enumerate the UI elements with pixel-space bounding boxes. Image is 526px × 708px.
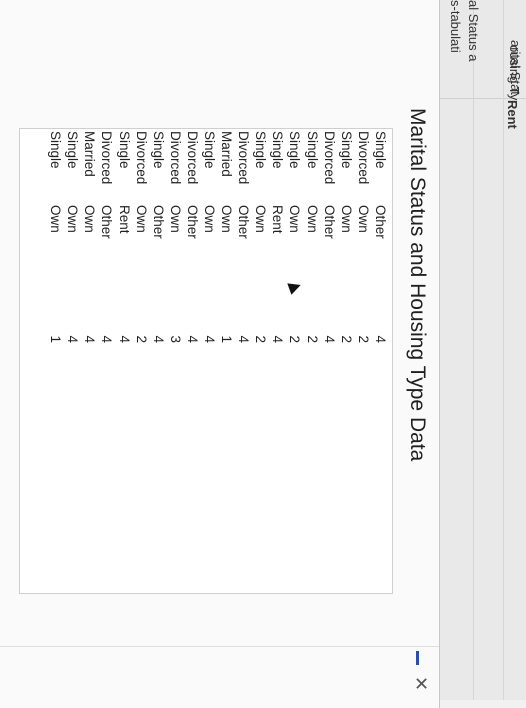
- minimize-icon[interactable]: [409, 651, 427, 665]
- status-cell: Single: [338, 131, 354, 169]
- housing-cell: Rent: [270, 205, 286, 234]
- status-cell: Single: [287, 131, 303, 169]
- status-cell: Single: [65, 131, 81, 169]
- data-table: Single Other 4 Divorced Own 2 Single Own 2 Divorc…: [47, 129, 389, 343]
- housing-cell: Other: [99, 205, 115, 239]
- housing-cell: Own: [304, 205, 320, 233]
- housing-cell: Own: [133, 205, 149, 233]
- value-cell: 2: [338, 335, 354, 343]
- status-cell: Married: [219, 131, 235, 177]
- value-cell: 4: [372, 335, 388, 343]
- table-row: Single Own 4: [201, 129, 218, 343]
- value-cell: 2: [133, 335, 149, 343]
- status-cell: Divorced: [99, 131, 115, 185]
- popup-title: Marital Status and Housing Type Data: [406, 108, 429, 462]
- value-cell: 2: [355, 335, 371, 343]
- housing-cell: Own: [202, 205, 218, 233]
- table-row: Single Rent 4: [269, 129, 286, 343]
- value-cell: 4: [65, 335, 81, 343]
- value-cell: 4: [99, 335, 115, 343]
- status-cell: Single: [116, 131, 132, 169]
- status-cell: Single: [270, 131, 286, 169]
- table-row: Divorced Other 4: [235, 129, 252, 343]
- table-row: Single Other 4: [372, 129, 389, 343]
- housing-cell: Own: [167, 205, 183, 233]
- housing-cell: Own: [253, 205, 269, 233]
- status-cell: Divorced: [321, 131, 337, 185]
- value-cell: 4: [270, 335, 286, 343]
- value-cell: 2: [304, 335, 320, 343]
- status-cell: Divorced: [236, 131, 252, 185]
- housing-cell: Own: [338, 205, 354, 233]
- value-cell: 3: [167, 335, 183, 343]
- table-row: Single Own 4: [64, 129, 81, 343]
- housing-cell: Other: [184, 205, 200, 239]
- status-cell: Divorced: [167, 131, 183, 185]
- grid-line: [473, 0, 474, 700]
- value-cell: 4: [184, 335, 200, 343]
- value-cell: 4: [321, 335, 337, 343]
- table-row: Single Own 2: [338, 129, 355, 343]
- housing-cell: Own: [65, 205, 81, 233]
- value-cell: 4: [82, 335, 98, 343]
- table-row: Single Own 2: [286, 129, 303, 343]
- table-row: Divorced Own 2: [133, 129, 150, 343]
- rotated-screen: s-tabulati al Status a arital Stat ousin…: [0, 0, 526, 708]
- sheet-cell[interactable]: Rent: [505, 100, 520, 140]
- table-row: Divorced Own 2: [355, 129, 372, 343]
- value-cell: 4: [116, 335, 132, 343]
- status-cell: Single: [253, 131, 269, 169]
- sheet-cell[interactable]: al Status a: [466, 0, 481, 95]
- grid-line: [503, 0, 504, 700]
- status-cell: Single: [150, 131, 166, 169]
- status-cell: Divorced: [355, 131, 371, 185]
- value-cell: 1: [48, 335, 64, 343]
- housing-cell: Own: [48, 205, 64, 233]
- value-cell: 4: [236, 335, 252, 343]
- table-row: Divorced Own 3: [167, 129, 184, 343]
- table-row: Divorced Other 4: [184, 129, 201, 343]
- table-row: Married Own 4: [81, 129, 98, 343]
- table-row: Single Own 2: [304, 129, 321, 343]
- table-row: Single Own 2: [252, 129, 269, 343]
- sheet-cell[interactable]: s-tabulati: [448, 0, 463, 95]
- table-row: Single Other 4: [150, 129, 167, 343]
- table-row: Single Rent 4: [116, 129, 133, 343]
- status-cell: Single: [202, 131, 218, 169]
- housing-cell: Other: [372, 205, 388, 239]
- close-icon[interactable]: ✕: [410, 676, 431, 691]
- status-cell: Married: [82, 131, 98, 177]
- status-cell: Single: [372, 131, 388, 169]
- value-cell: 2: [253, 335, 269, 343]
- divider: [0, 646, 439, 647]
- background-worksheet: s-tabulati al Status a arital Stat ousin…: [192, 0, 526, 700]
- housing-cell: Other: [321, 205, 337, 239]
- status-cell: Divorced: [133, 131, 149, 185]
- table-row: Single Own 1: [47, 129, 64, 343]
- data-table-container[interactable]: Single Other 4 Divorced Own 2 Single Own 2 Divorc…: [19, 128, 393, 594]
- value-cell: 4: [150, 335, 166, 343]
- housing-cell: Other: [236, 205, 252, 239]
- data-popup-window: Marital Status and Housing Type Data ✕ S…: [0, 0, 440, 708]
- housing-cell: Own: [82, 205, 98, 233]
- table-row: Married Own 1: [218, 129, 235, 343]
- housing-cell: Own: [287, 205, 303, 233]
- status-cell: Single: [48, 131, 64, 169]
- housing-cell: Own: [219, 205, 235, 233]
- table-row: Divorced Other 4: [321, 129, 338, 343]
- housing-cell: Own: [355, 205, 371, 233]
- value-cell: 1: [219, 335, 235, 343]
- status-cell: Divorced: [184, 131, 200, 185]
- value-cell: 4: [202, 335, 218, 343]
- table-row: Divorced Other 4: [98, 129, 115, 343]
- status-cell: Single: [304, 131, 320, 169]
- sheet-cell[interactable]: ousing Ty: [507, 45, 522, 100]
- value-cell: 2: [287, 335, 303, 343]
- housing-cell: Other: [150, 205, 166, 239]
- housing-cell: Rent: [116, 205, 132, 234]
